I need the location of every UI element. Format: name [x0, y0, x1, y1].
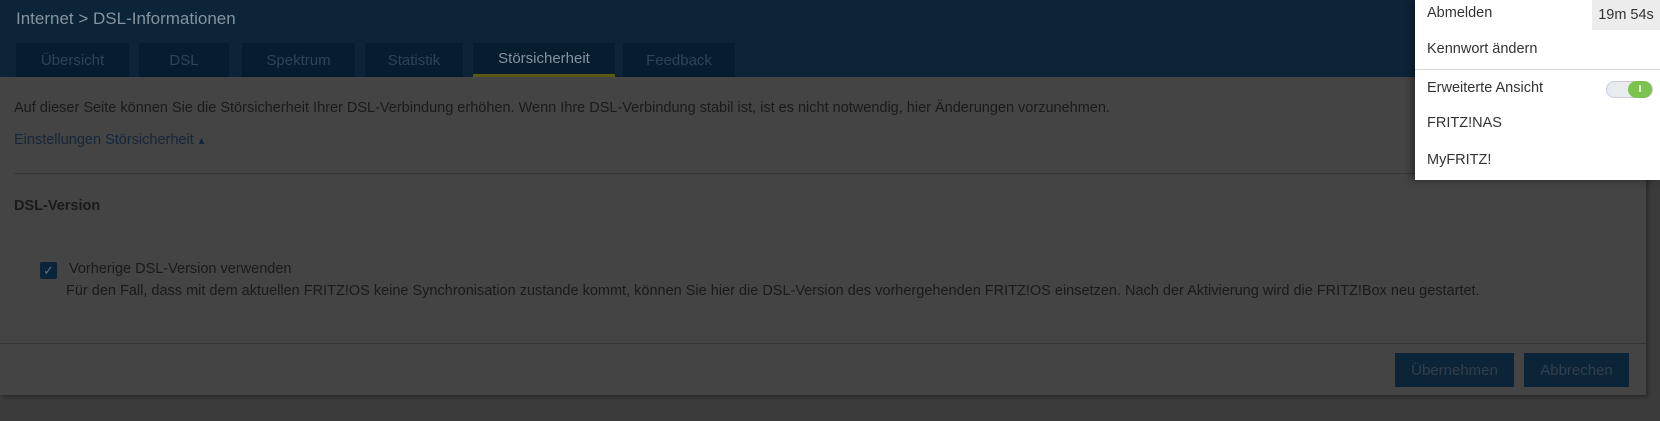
settings-link[interactable]: Einstellungen Störsicherheit ▲	[14, 132, 206, 148]
checkmark-icon: ✓	[43, 263, 54, 278]
apply-button[interactable]: Übernehmen	[1395, 353, 1514, 387]
breadcrumb: Internet > DSL-Informationen	[16, 9, 236, 28]
menu-item-myfritz[interactable]: MyFRITZ!	[1427, 152, 1491, 168]
divider	[0, 343, 1646, 344]
header: Internet > DSL-Informationen Übersicht D…	[0, 0, 1660, 77]
intro-text: Auf dieser Seite können Sie die Störsich…	[14, 100, 1110, 116]
tab-uebersicht[interactable]: Übersicht	[16, 43, 129, 77]
menu-item-logout[interactable]: Abmelden	[1427, 5, 1492, 21]
menu-divider	[1415, 69, 1660, 70]
previous-dsl-version-checkbox[interactable]: ✓	[40, 262, 57, 279]
session-timer: 19m 54s	[1592, 0, 1660, 30]
menu-item-advanced-view: Erweiterte Ansicht	[1427, 80, 1544, 96]
menu-item-change-password[interactable]: Kennwort ändern	[1427, 41, 1537, 57]
tab-stoersicherheit[interactable]: Störsicherheit	[473, 43, 615, 77]
tab-dsl[interactable]: DSL	[139, 43, 229, 77]
tab-statistik[interactable]: Statistik	[365, 43, 463, 77]
description-text: Für den Fall, dass mit dem aktuellen FRI…	[66, 283, 1480, 299]
user-menu: Abmelden 19m 54s Kennwort ändern Erweite…	[1415, 0, 1660, 180]
section-title: DSL-Version	[14, 198, 101, 214]
content-panel: Auf dieser Seite können Sie die Störsich…	[0, 77, 1646, 395]
checkbox-label[interactable]: Vorherige DSL-Version verwenden	[69, 261, 291, 277]
advanced-view-toggle[interactable]: I	[1606, 81, 1653, 98]
toggle-knob: I	[1628, 81, 1652, 98]
tab-spektrum[interactable]: Spektrum	[242, 43, 355, 77]
cancel-button[interactable]: Abbrechen	[1524, 353, 1629, 387]
menu-item-fritznas[interactable]: FRITZ!NAS	[1427, 115, 1502, 131]
divider	[14, 173, 1646, 174]
tab-feedback[interactable]: Feedback	[623, 43, 735, 77]
settings-link-label: Einstellungen Störsicherheit	[14, 132, 194, 148]
triangle-up-icon: ▲	[193, 136, 207, 147]
